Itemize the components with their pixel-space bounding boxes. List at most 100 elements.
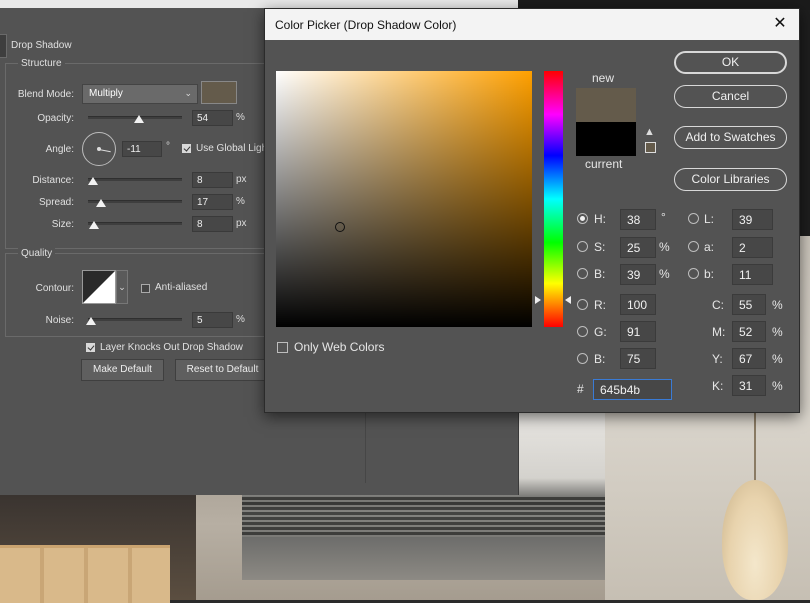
noise-label: Noise: bbox=[45, 315, 74, 326]
contour-label: Contour: bbox=[35, 283, 74, 294]
layer-knocks-out-label: Layer Knocks Out Drop Shadow bbox=[100, 342, 243, 353]
opacity-input[interactable]: 54 bbox=[192, 110, 233, 126]
saturation-brightness-field[interactable] bbox=[276, 71, 532, 327]
red-radio[interactable] bbox=[577, 299, 588, 310]
yellow-input[interactable]: 67 bbox=[732, 348, 766, 369]
brightness-radio[interactable] bbox=[577, 268, 588, 279]
use-global-light-checkbox[interactable] bbox=[182, 144, 191, 153]
brightness-unit: % bbox=[659, 267, 670, 281]
noise-input[interactable]: 5 bbox=[192, 312, 233, 328]
size-label: Size: bbox=[51, 219, 74, 230]
angle-dial[interactable] bbox=[82, 132, 116, 166]
blend-mode-value: Multiply bbox=[89, 88, 123, 99]
lab-a-radio[interactable] bbox=[688, 241, 699, 252]
drop-shadow-title: Drop Shadow bbox=[11, 40, 72, 51]
size-slider-thumb[interactable] bbox=[89, 221, 99, 229]
lab-b-input[interactable]: 11 bbox=[732, 264, 773, 285]
saturation-radio[interactable] bbox=[577, 241, 588, 252]
saturation-input[interactable]: 25 bbox=[620, 237, 656, 258]
only-web-colors-checkbox[interactable] bbox=[277, 342, 288, 353]
hue-slider[interactable] bbox=[544, 71, 563, 327]
new-color-swatch bbox=[576, 88, 636, 122]
cyan-label: C: bbox=[712, 298, 724, 312]
distance-slider-thumb[interactable] bbox=[88, 177, 98, 185]
red-input[interactable]: 100 bbox=[620, 294, 656, 315]
styles-list-edge[interactable] bbox=[0, 34, 7, 58]
size-slider-track[interactable] bbox=[88, 222, 182, 225]
lamp-image bbox=[722, 480, 788, 600]
saturation-label: S: bbox=[594, 240, 606, 254]
green-radio[interactable] bbox=[577, 326, 588, 337]
ok-button[interactable]: OK bbox=[674, 51, 787, 74]
out-of-gamut-cube-icon[interactable]: ▲ bbox=[644, 126, 656, 138]
chevron-down-icon: ⌄ bbox=[184, 88, 192, 98]
lab-l-radio[interactable] bbox=[688, 213, 699, 224]
make-default-button[interactable]: Make Default bbox=[81, 359, 164, 381]
wooden-shelf-image bbox=[0, 545, 170, 603]
color-libraries-button[interactable]: Color Libraries bbox=[674, 168, 787, 191]
hue-unit: ° bbox=[661, 210, 666, 224]
green-input[interactable]: 91 bbox=[620, 321, 656, 342]
angle-input[interactable]: -11 bbox=[122, 141, 162, 157]
structure-group-label: Structure bbox=[18, 58, 65, 69]
contour-preview[interactable] bbox=[82, 270, 116, 304]
yellow-unit: % bbox=[772, 352, 783, 366]
blend-mode-select[interactable]: Multiply ⌄ bbox=[82, 84, 198, 104]
green-label: G: bbox=[594, 325, 607, 339]
anti-aliased-checkbox[interactable] bbox=[141, 284, 150, 293]
lamp-cord-image bbox=[754, 410, 756, 482]
current-color-swatch[interactable] bbox=[576, 122, 636, 156]
size-input[interactable]: 8 bbox=[192, 216, 233, 232]
red-label: R: bbox=[594, 298, 606, 312]
noise-slider-track[interactable] bbox=[88, 318, 182, 321]
color-cursor-icon[interactable] bbox=[335, 222, 345, 233]
blue-radio[interactable] bbox=[577, 353, 588, 364]
add-to-swatches-button[interactable]: Add to Swatches bbox=[674, 126, 787, 149]
dialog-title: Color Picker (Drop Shadow Color) bbox=[275, 18, 457, 32]
spread-slider-thumb[interactable] bbox=[96, 199, 106, 207]
layer-knocks-out-checkbox[interactable] bbox=[86, 343, 95, 352]
distance-label: Distance: bbox=[32, 175, 74, 186]
close-icon[interactable]: ✕ bbox=[769, 13, 791, 35]
hue-label: H: bbox=[594, 212, 606, 226]
angle-unit: ° bbox=[166, 141, 170, 152]
use-global-light-label: Use Global Ligh bbox=[196, 143, 268, 154]
brightness-input[interactable]: 39 bbox=[620, 264, 656, 285]
color-picker-dialog: Color Picker (Drop Shadow Color) ✕ new c… bbox=[264, 8, 800, 413]
cancel-button[interactable]: Cancel bbox=[674, 85, 787, 108]
hex-label: # bbox=[577, 382, 584, 396]
noise-slider-thumb[interactable] bbox=[86, 317, 96, 325]
blue-label: B: bbox=[594, 352, 606, 366]
hue-radio[interactable] bbox=[577, 213, 588, 224]
blue-input[interactable]: 75 bbox=[620, 348, 656, 369]
lab-b-label: b: bbox=[704, 267, 715, 281]
reset-to-default-button[interactable]: Reset to Default bbox=[175, 359, 270, 381]
contour-dropdown-button[interactable]: ⌄ bbox=[116, 270, 128, 304]
web-safe-color-swatch[interactable] bbox=[645, 142, 656, 153]
shadow-color-swatch[interactable] bbox=[201, 81, 237, 104]
opacity-label: Opacity: bbox=[37, 113, 74, 124]
quality-group-label: Quality bbox=[18, 248, 56, 259]
chevron-down-icon: ⌄ bbox=[118, 282, 126, 292]
opacity-slider-thumb[interactable] bbox=[133, 115, 144, 123]
angle-label: Angle: bbox=[45, 144, 74, 155]
lab-l-input[interactable]: 39 bbox=[732, 209, 773, 230]
blend-mode-label: Blend Mode: bbox=[17, 89, 74, 100]
cyan-input[interactable]: 55 bbox=[732, 294, 766, 315]
hex-input[interactable]: 645b4b bbox=[593, 379, 672, 400]
magenta-label: M: bbox=[712, 325, 726, 339]
distance-slider-track[interactable] bbox=[88, 178, 182, 181]
magenta-input[interactable]: 52 bbox=[732, 321, 766, 342]
black-input[interactable]: 31 bbox=[732, 375, 766, 396]
hue-slider-right-arrow-icon[interactable] bbox=[565, 295, 571, 304]
black-label: K: bbox=[712, 379, 724, 393]
distance-input[interactable]: 8 bbox=[192, 172, 233, 188]
title-bar[interactable]: Color Picker (Drop Shadow Color) ✕ bbox=[265, 9, 799, 40]
anti-aliased-label: Anti-aliased bbox=[155, 282, 208, 293]
hue-input[interactable]: 38 bbox=[620, 209, 656, 230]
spread-input[interactable]: 17 bbox=[192, 194, 233, 210]
photo-sea-detail bbox=[242, 497, 605, 537]
lab-a-input[interactable]: 2 bbox=[732, 237, 773, 258]
lab-b-radio[interactable] bbox=[688, 268, 699, 279]
hue-slider-left-arrow-icon[interactable] bbox=[535, 295, 541, 304]
